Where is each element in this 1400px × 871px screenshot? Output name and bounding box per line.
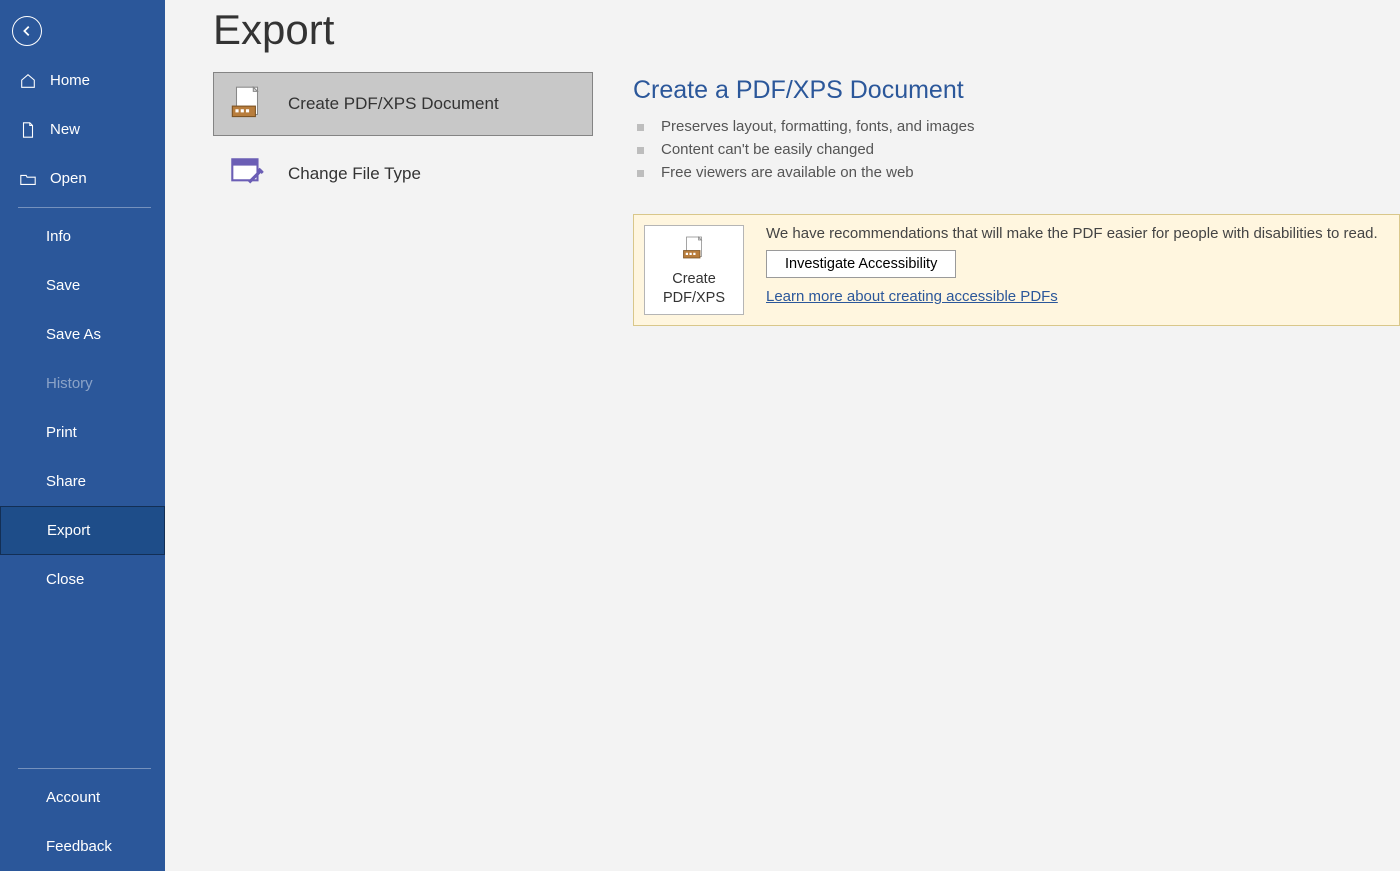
nav-label: Home [50, 72, 90, 89]
back-button[interactable] [12, 16, 42, 46]
arrow-left-icon [20, 24, 34, 38]
accessibility-info-box: Create PDF/XPS We have recommendations t… [633, 214, 1400, 326]
new-file-icon [18, 120, 38, 140]
nav-open[interactable]: Open [0, 154, 165, 203]
export-options-list: Create PDF/XPS Document Change File Type [213, 72, 593, 326]
option-label: Create PDF/XPS Document [288, 94, 499, 114]
detail-bullet: Preserves layout, formatting, fonts, and… [633, 115, 1400, 138]
nav-close[interactable]: Close [0, 555, 165, 604]
option-change-file-type[interactable]: Change File Type [213, 142, 593, 206]
nav-save[interactable]: Save [0, 261, 165, 310]
nav-feedback[interactable]: Feedback [0, 822, 165, 871]
nav-label: Account [46, 789, 100, 806]
detail-bullets: Preserves layout, formatting, fonts, and… [633, 115, 1400, 184]
create-button-label-line1: Create [649, 270, 739, 289]
nav-label: History [46, 375, 93, 392]
nav-info[interactable]: Info [0, 212, 165, 261]
accessibility-message: We have recommendations that will make t… [766, 225, 1381, 242]
nav-label: New [50, 121, 80, 138]
pdf-document-icon [649, 234, 739, 264]
nav-label: Open [50, 170, 87, 187]
nav-label: Save [46, 277, 80, 294]
nav-export[interactable]: Export [0, 506, 165, 555]
nav-label: Close [46, 571, 84, 588]
learn-more-link[interactable]: Learn more about creating accessible PDF… [766, 288, 1381, 305]
nav-home[interactable]: Home [0, 56, 165, 105]
option-label: Change File Type [288, 164, 421, 184]
sidebar-separator [18, 207, 151, 208]
nav-history: History [0, 359, 165, 408]
nav-account[interactable]: Account [0, 773, 165, 822]
create-pdf-xps-button[interactable]: Create PDF/XPS [644, 225, 744, 315]
page-title: Export [213, 6, 1400, 54]
detail-bullet: Content can't be easily changed [633, 138, 1400, 161]
nav-new[interactable]: New [0, 105, 165, 154]
detail-bullet: Free viewers are available on the web [633, 161, 1400, 184]
nav-print[interactable]: Print [0, 408, 165, 457]
change-file-type-icon [226, 153, 268, 195]
nav-label: Share [46, 473, 86, 490]
nav-share[interactable]: Share [0, 457, 165, 506]
export-detail-pane: Create a PDF/XPS Document Preserves layo… [593, 72, 1400, 326]
option-create-pdf-xps[interactable]: Create PDF/XPS Document [213, 72, 593, 136]
home-icon [18, 71, 38, 91]
folder-open-icon [18, 169, 38, 189]
investigate-accessibility-button[interactable]: Investigate Accessibility [766, 250, 956, 278]
nav-label: Save As [46, 326, 101, 343]
backstage-sidebar: Home New Open Info Save Save As History … [0, 0, 165, 871]
sidebar-separator [18, 768, 151, 769]
nav-label: Print [46, 424, 77, 441]
nav-label: Export [47, 522, 90, 539]
pdf-document-icon [226, 83, 268, 125]
detail-title: Create a PDF/XPS Document [633, 76, 1400, 105]
main-content: Export Create PDF/XPS Document [165, 0, 1400, 871]
nav-save-as[interactable]: Save As [0, 310, 165, 359]
nav-label: Info [46, 228, 71, 245]
create-button-label-line2: PDF/XPS [649, 289, 739, 308]
nav-label: Feedback [46, 838, 112, 855]
